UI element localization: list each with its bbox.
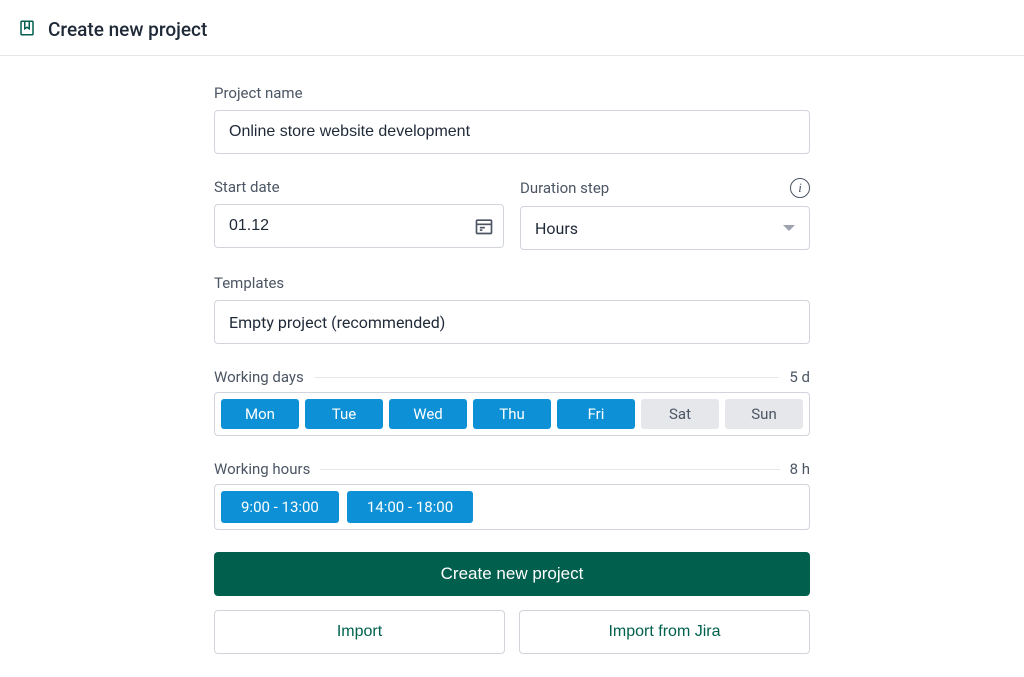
day-fri[interactable]: Fri	[557, 399, 635, 429]
hour-range-2[interactable]: 14:00 - 18:00	[347, 491, 473, 523]
day-mon[interactable]: Mon	[221, 399, 299, 429]
chevron-down-icon	[783, 225, 795, 231]
duration-step-label: Duration step	[520, 179, 609, 197]
working-hours-label: Working hours	[214, 460, 310, 478]
bookmark-icon	[18, 19, 36, 41]
import-jira-button[interactable]: Import from Jira	[519, 610, 810, 654]
form-container: Project name Start date Duration step	[214, 56, 810, 654]
working-days-summary: 5 d	[789, 368, 810, 386]
info-icon[interactable]: i	[790, 178, 810, 198]
working-days-box: Mon Tue Wed Thu Fri Sat Sun	[214, 392, 810, 436]
templates-select[interactable]: Empty project (recommended)	[214, 300, 810, 344]
start-date-input[interactable]	[214, 204, 504, 248]
templates-value: Empty project (recommended)	[229, 313, 445, 332]
working-days-label: Working days	[214, 368, 304, 386]
create-project-button[interactable]: Create new project	[214, 552, 810, 596]
project-name-input[interactable]	[214, 110, 810, 154]
working-hours-summary: 8 h	[790, 460, 810, 478]
day-sun[interactable]: Sun	[725, 399, 803, 429]
project-name-label: Project name	[214, 84, 810, 102]
hour-range-1[interactable]: 9:00 - 13:00	[221, 491, 339, 523]
working-hours-box: 9:00 - 13:00 14:00 - 18:00	[214, 484, 810, 530]
duration-step-value: Hours	[535, 219, 578, 238]
duration-step-select[interactable]: Hours	[520, 206, 810, 250]
day-thu[interactable]: Thu	[473, 399, 551, 429]
divider	[314, 377, 780, 378]
calendar-icon[interactable]	[474, 216, 494, 236]
templates-label: Templates	[214, 274, 810, 292]
day-tue[interactable]: Tue	[305, 399, 383, 429]
start-date-label: Start date	[214, 178, 504, 196]
day-wed[interactable]: Wed	[389, 399, 467, 429]
day-sat[interactable]: Sat	[641, 399, 719, 429]
page-title: Create new project	[48, 18, 207, 41]
import-button[interactable]: Import	[214, 610, 505, 654]
page-header: Create new project	[0, 0, 1024, 56]
divider	[320, 469, 779, 470]
